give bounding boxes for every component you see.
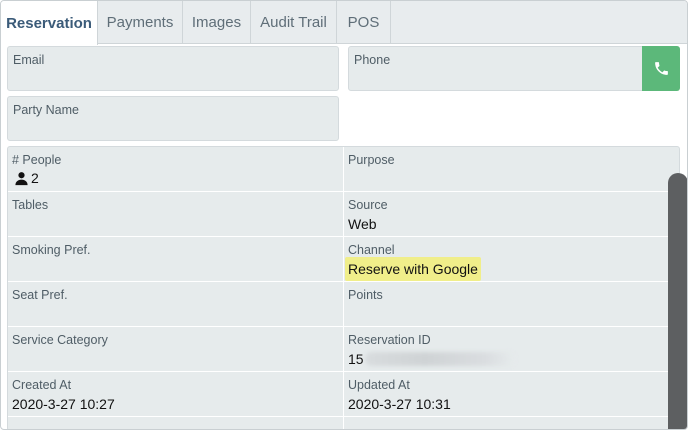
phone-field[interactable]: Phone: [348, 46, 643, 91]
smoking-pref-label: Smoking Pref.: [12, 243, 91, 257]
tab-images[interactable]: Images: [183, 1, 251, 44]
created-at-value: 2020-3-27 10:27: [12, 396, 115, 412]
email-field[interactable]: Email: [7, 46, 339, 91]
people-value: 2: [31, 170, 39, 186]
phone-label: Phone: [354, 53, 391, 67]
tables-field[interactable]: Tables: [8, 192, 343, 236]
seat-pref-label: Seat Pref.: [12, 288, 68, 302]
service-category-label: Service Category: [12, 333, 108, 347]
channel-field[interactable]: Channel Reserve with Google: [344, 237, 679, 281]
source-label: Source: [348, 198, 388, 212]
tab-pos[interactable]: POS: [337, 1, 391, 44]
details-grid: # People 2 Purpose Tables Source Web Smo…: [7, 146, 680, 429]
tab-reservation[interactable]: Reservation: [1, 1, 98, 45]
email-label: Email: [13, 53, 45, 67]
people-value-wrap: 2: [14, 170, 39, 186]
people-label: # People: [12, 153, 62, 167]
tab-bar: Reservation Payments Images Audit Trail …: [1, 1, 687, 45]
points-label: Points: [348, 288, 383, 302]
redacted-blur: [364, 352, 515, 366]
party-name-field[interactable]: Party Name: [7, 96, 339, 141]
updated-at-value: 2020-3-27 10:31: [348, 396, 451, 412]
call-button[interactable]: [642, 46, 680, 91]
tables-label: Tables: [12, 198, 49, 212]
reservation-panel: Reservation Payments Images Audit Trail …: [0, 0, 688, 430]
people-field[interactable]: # People 2: [8, 147, 343, 191]
tab-payments[interactable]: Payments: [98, 1, 183, 44]
seat-pref-field[interactable]: Seat Pref.: [8, 282, 343, 326]
reservation-id-value: 15: [348, 351, 364, 367]
source-field[interactable]: Source Web: [344, 192, 679, 236]
channel-value: Reserve with Google: [345, 257, 481, 281]
updated-at-field[interactable]: Updated At 2020-3-27 10:31: [344, 372, 679, 416]
smoking-pref-field[interactable]: Smoking Pref.: [8, 237, 343, 281]
purpose-field[interactable]: Purpose: [344, 147, 679, 191]
channel-label: Channel: [348, 243, 395, 257]
source-value: Web: [348, 216, 377, 232]
service-category-field[interactable]: Service Category: [8, 327, 343, 371]
party-name-label: Party Name: [13, 103, 79, 117]
purpose-label: Purpose: [348, 153, 395, 167]
reservation-id-field[interactable]: Reservation ID 15: [344, 327, 679, 371]
created-at-field[interactable]: Created At 2020-3-27 10:27: [8, 372, 343, 416]
points-field[interactable]: Points: [344, 282, 679, 326]
updated-at-label: Updated At: [348, 378, 410, 392]
created-at-label: Created At: [12, 378, 72, 392]
reservation-id-label: Reservation ID: [348, 333, 431, 347]
phone-icon: [654, 62, 668, 75]
person-icon: [15, 171, 28, 185]
reservation-id-value-wrap: 15: [348, 351, 515, 367]
scrollbar-thumb[interactable]: [668, 173, 687, 429]
tab-audit-trail[interactable]: Audit Trail: [251, 1, 337, 44]
